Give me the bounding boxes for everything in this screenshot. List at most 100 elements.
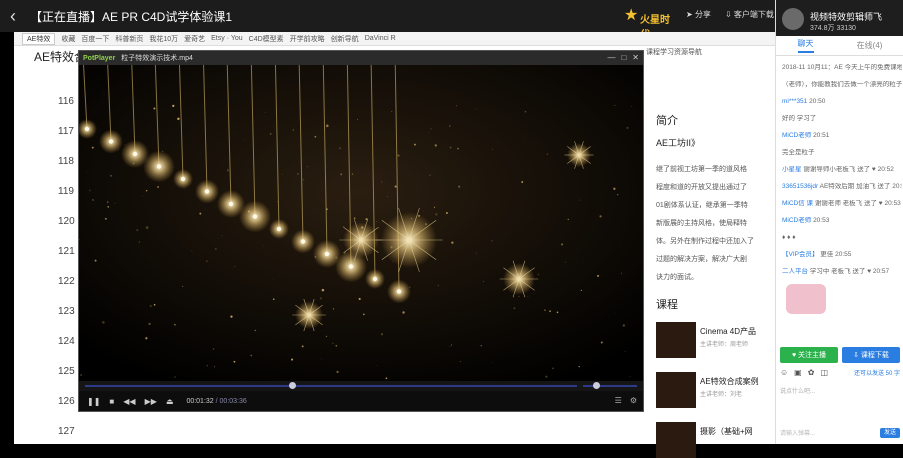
course-card[interactable]: Cinema 4D产品主讲老师：周老师	[656, 322, 775, 358]
stop-icon[interactable]: ■	[109, 397, 114, 406]
bookmark-item[interactable]: 爱奇艺	[184, 34, 205, 44]
course-download-button[interactable]: ⇩ 课程下载	[842, 347, 900, 363]
chat-text: 更佳 20:55	[820, 251, 851, 258]
bookmark-item[interactable]: Etsy · You	[211, 35, 243, 42]
streamer-name: 视频特效剪辑师飞	[810, 10, 882, 23]
bookmark-item[interactable]: 收藏	[61, 34, 75, 44]
bookmark-item[interactable]: AE特效	[22, 33, 55, 45]
course-card[interactable]: AE特效合成案例主讲老师：刘老	[656, 372, 775, 408]
chat-input[interactable]: 说点什么吧...	[780, 386, 900, 396]
chat-message: 完全是粒子	[782, 149, 902, 157]
course-title: AE特效合成案例	[700, 376, 759, 387]
share-button[interactable]: ➤ 分享	[686, 9, 711, 20]
chat-text: AE特效后期 加油飞 送了 20:52	[820, 183, 902, 190]
chat-text: 20:53	[813, 217, 829, 224]
bookmark-item[interactable]: DaVinci R	[365, 35, 396, 42]
eject-icon[interactable]: ⏏	[166, 397, 174, 406]
bookmark-bar: AE特效收藏百度一下科普新页我花10万爱奇艺 Etsy · You C4D模型素开学…	[14, 32, 775, 46]
chat-message: 33651536jdr AE特效后期 加油飞 送了 20:52	[782, 183, 902, 191]
intro-text-line: 新版展的主持风格，使局释特	[656, 218, 747, 228]
chat-message: MiCD老师 20:51	[782, 132, 902, 140]
playlist-icon[interactable]: ☰	[615, 396, 622, 405]
danmaku-input[interactable]: 请输入弹幕... 发送	[780, 428, 900, 440]
intro-heading: 简介	[656, 112, 678, 128]
chat-message: ♦ ♦ ♦	[782, 234, 902, 242]
line-number: 116	[58, 96, 74, 107]
line-number: 118	[58, 156, 74, 167]
line-number: 127	[58, 426, 75, 437]
sticker-image	[786, 284, 826, 314]
right-page-content: 课程学习资源导航 简介 AE工坊II》 继了前视工坊第一季的道风格程度和道的开放…	[644, 46, 775, 444]
chat-text: 20:50	[809, 98, 825, 105]
top-bar: ‹ 【正在直播】AE PR C4D试学体验课1 ★ 火星时代 ➤ 分享 ⇩ 客户…	[0, 0, 775, 32]
chat-username[interactable]: MiCD老师	[782, 217, 811, 224]
minimize-icon[interactable]: —	[607, 53, 615, 62]
course-title: 摄影（基础+网	[700, 426, 753, 437]
chat-username[interactable]: 二人平台	[782, 268, 808, 275]
settings-icon[interactable]: ⚙	[630, 396, 637, 405]
avatar[interactable]	[782, 8, 804, 30]
course-teacher: 主讲老师：刘老	[700, 389, 742, 398]
maximize-icon[interactable]: □	[621, 53, 626, 62]
volume-handle[interactable]	[593, 382, 600, 389]
course-thumbnail	[656, 422, 696, 458]
chat-message: MiCD老师 20:53	[782, 217, 902, 225]
bookmark-item[interactable]: 我花10万	[149, 34, 178, 44]
gift-icon[interactable]: ◫	[820, 368, 828, 377]
chat-tabs: 聊天 在线(4)	[776, 36, 903, 56]
live-title: 【正在直播】AE PR C4D试学体验课1	[30, 8, 232, 25]
download-client-button[interactable]: ⇩ 客户端下载	[725, 9, 774, 20]
follow-streamer-button[interactable]: ♥ 关注主播	[780, 347, 838, 363]
bookmark-item[interactable]: 创新导航	[331, 34, 359, 44]
intro-subheading: AE工坊II》	[656, 136, 700, 149]
chat-message: 【VIP会员】 更佳 20:55	[782, 251, 902, 259]
seek-bar[interactable]	[79, 381, 643, 391]
line-number: 124	[58, 336, 75, 347]
bookmark-item[interactable]: C4D模型素	[249, 34, 284, 44]
bookmark-item[interactable]: 科普新页	[115, 34, 143, 44]
chat-toolbar: ☺ ▣ ✿ ◫ 还可以发送 50 字	[780, 368, 900, 377]
chat-message: MiCD信 课 谢谢老师 老板飞 送了 ♥ 20:53	[782, 200, 902, 208]
image-icon[interactable]: ▣	[794, 368, 802, 377]
char-limit-hint: 还可以发送 50 字	[854, 368, 900, 377]
chat-text: 谢谢老师 老板飞 送了 ♥ 20:53	[815, 200, 901, 207]
chat-message: 好的 学习了	[782, 115, 902, 123]
course-thumbnail	[656, 322, 696, 358]
intro-text-line: 继了前视工坊第一季的道风格	[656, 164, 747, 174]
chat-username[interactable]: 小星星	[782, 166, 802, 173]
intro-text-line: 体。另外在制作过程中还加入了	[656, 236, 754, 246]
line-number: 117	[58, 126, 74, 137]
tab-online[interactable]: 在线(4)	[857, 40, 883, 51]
flower-icon[interactable]: ✿	[808, 368, 815, 377]
tab-chat[interactable]: 聊天	[798, 38, 814, 53]
chat-username[interactable]: 33651536jdr	[782, 183, 818, 190]
chat-text: 好的 学习了	[782, 115, 816, 122]
streamer-stats: 374.8万 33130	[810, 23, 856, 33]
video-frame[interactable]	[79, 65, 643, 381]
bookmark-item[interactable]: 开学前攻略	[290, 34, 325, 44]
emoji-icon[interactable]: ☺	[780, 368, 788, 377]
star-icon: ★	[624, 5, 638, 25]
right-nav-link[interactable]: 课程学习资源导航	[646, 47, 702, 57]
chat-text: ♦ ♦ ♦	[782, 234, 796, 241]
send-button[interactable]: 发送	[880, 428, 900, 438]
previous-icon[interactable]: ◀◀	[123, 397, 135, 406]
chat-text: （老师），你能教我们去做一个漂亮的粒子特效吗	[782, 81, 902, 88]
bookmark-item[interactable]: 百度一下	[81, 34, 109, 44]
chat-username[interactable]: MiCD老师	[782, 132, 811, 139]
chat-username[interactable]: mi***351	[782, 98, 807, 105]
video-player-window[interactable]: PotPlayer 粒子特效演示技术.mp4 — □ ✕	[78, 50, 644, 412]
line-number: 125	[58, 366, 75, 377]
chat-username[interactable]: MiCD信 课	[782, 200, 813, 207]
seek-handle[interactable]	[289, 382, 296, 389]
courses-heading: 课程	[656, 296, 678, 312]
pause-icon[interactable]: ❚❚	[87, 397, 100, 406]
next-icon[interactable]: ▶▶	[145, 397, 157, 406]
course-card[interactable]: 摄影（基础+网	[656, 422, 775, 458]
chat-username[interactable]: 【VIP会员】	[782, 251, 818, 258]
time-display: 00:01:32 / 00:03:36	[186, 398, 246, 405]
intro-text-line: 01剧体系认证，继承第一季特	[656, 200, 748, 210]
close-icon[interactable]: ✕	[632, 53, 639, 62]
back-icon[interactable]: ‹	[0, 6, 26, 27]
chat-message: （老师），你能教我们去做一个漂亮的粒子特效吗	[782, 81, 902, 89]
